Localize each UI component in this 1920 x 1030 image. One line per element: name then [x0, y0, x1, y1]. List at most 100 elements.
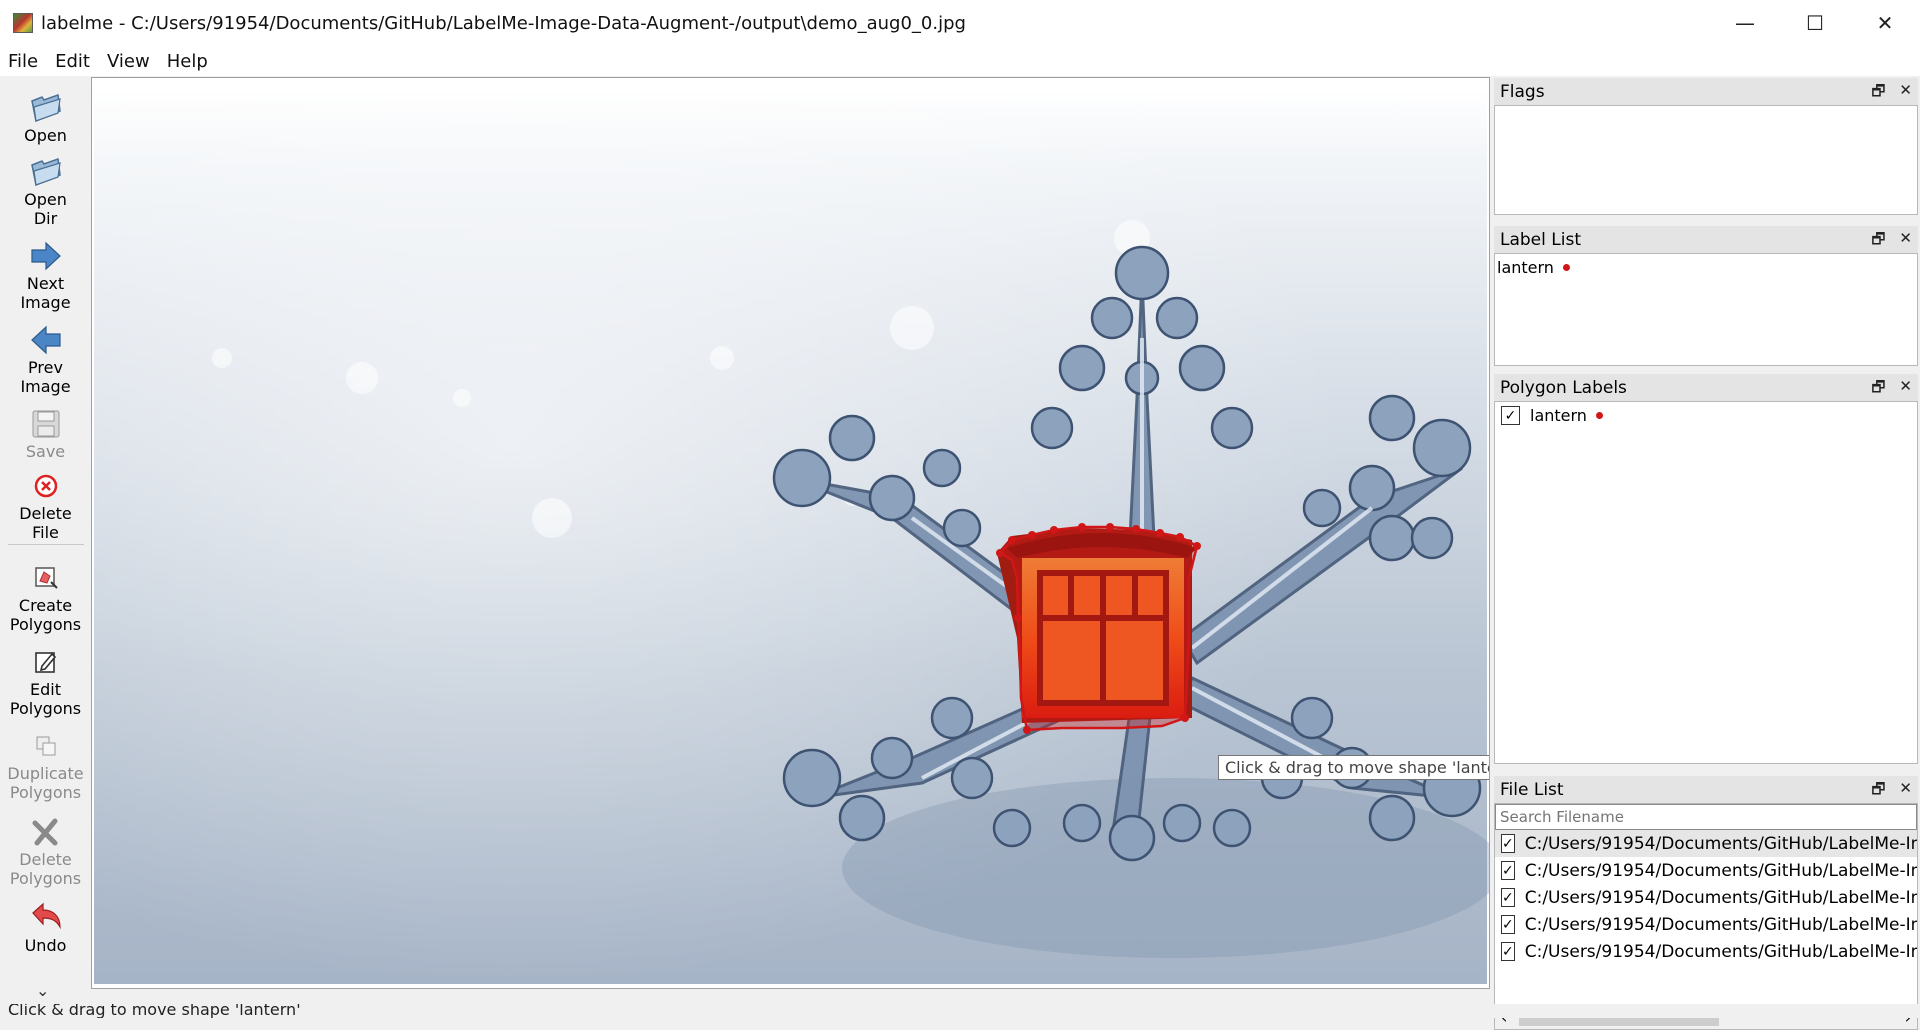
label-list-title: Label List	[1500, 229, 1581, 250]
save-label: Save	[25, 442, 66, 461]
file-path: C:/Users/91954/Documents/GitHub/LabelMe-…	[1524, 914, 1917, 935]
status-text: Click & drag to move shape 'lantern'	[8, 1004, 301, 1018]
open-directory-icon	[28, 154, 64, 190]
next-image-label: Next Image	[20, 274, 71, 312]
open-label: Open	[24, 126, 67, 145]
search-filename-input[interactable]	[1495, 804, 1917, 830]
polygon-labels-dock: Polygon Labels 🗗 ✕ ✓ lantern	[1494, 374, 1918, 764]
polygon-labels-list: ✓ lantern	[1494, 401, 1918, 764]
open-dir-label: Open Dir	[24, 190, 67, 228]
close-window-button[interactable]: ✕	[1850, 0, 1920, 46]
menu-help[interactable]: Help	[167, 51, 208, 72]
undo-label: Undo	[24, 936, 67, 955]
polygon-labels-title: Polygon Labels	[1500, 377, 1627, 398]
menu-file[interactable]: File	[8, 51, 38, 72]
flags-dock: Flags 🗗 ✕	[1494, 78, 1918, 215]
annotation-image	[94, 90, 1489, 984]
file-checkbox[interactable]: ✓	[1501, 834, 1515, 853]
polygon-visibility-checkbox[interactable]: ✓	[1501, 406, 1520, 425]
file-list-row[interactable]: ✓ C:/Users/91954/Documents/GitHub/LabelM…	[1495, 911, 1917, 938]
menu-view[interactable]: View	[107, 51, 150, 72]
file-list-row[interactable]: ✓ C:/Users/91954/Documents/GitHub/LabelM…	[1495, 884, 1917, 911]
delete-circle-icon	[28, 468, 64, 504]
image-canvas[interactable]: Click & drag to move shape 'lantern'	[91, 77, 1490, 989]
polygon-label-text: lantern	[1530, 406, 1587, 425]
undo-arrow-icon	[28, 900, 64, 936]
delete-polygons-label: Delete Polygons	[9, 850, 82, 888]
edit-pencil-icon	[28, 644, 64, 680]
file-list-dock-header: File List 🗗 ✕	[1494, 776, 1918, 803]
duplicate-icon	[28, 728, 64, 764]
dock-close-icon[interactable]: ✕	[1899, 377, 1912, 402]
delete-file-label: Delete File	[19, 504, 72, 542]
menu-bar: File Edit View Help	[0, 46, 1920, 76]
dock-float-icon[interactable]: 🗗	[1871, 81, 1885, 106]
minimize-button[interactable]: —	[1710, 0, 1780, 46]
open-dir-button[interactable]: Open Dir	[2, 154, 89, 228]
open-button[interactable]: Open	[2, 90, 89, 145]
file-checkbox[interactable]: ✓	[1501, 888, 1515, 907]
file-path: C:/Users/91954/Documents/GitHub/LabelMe-…	[1524, 941, 1917, 962]
more-tools-chevron-icon[interactable]: ⌄	[36, 981, 49, 1000]
dock-float-icon[interactable]: 🗗	[1871, 377, 1885, 402]
file-checkbox[interactable]: ✓	[1501, 861, 1515, 880]
flags-title: Flags	[1500, 81, 1545, 102]
next-image-button[interactable]: Next Image	[2, 238, 89, 312]
arrow-right-icon	[28, 238, 64, 274]
status-bar: Click & drag to move shape 'lantern'	[0, 1004, 1920, 1018]
create-polygons-button[interactable]: Create Polygons	[2, 560, 89, 634]
polygon-labels-dock-header: Polygon Labels 🗗 ✕	[1494, 374, 1918, 401]
file-list-dock: File List 🗗 ✕ ✓ C:/Users/91954/Documents…	[1494, 776, 1918, 1030]
title-bar: labelme - C:/Users/91954/Documents/GitHu…	[0, 0, 1920, 46]
delete-x-icon	[28, 814, 64, 850]
file-list: ✓ C:/Users/91954/Documents/GitHub/LabelM…	[1494, 803, 1918, 1030]
label-color-dot	[1595, 412, 1603, 419]
flags-list[interactable]	[1494, 105, 1918, 215]
label-list-item-text: lantern	[1497, 258, 1554, 277]
dock-close-icon[interactable]: ✕	[1899, 779, 1912, 804]
maximize-button[interactable]: ☐	[1780, 0, 1850, 46]
dock-close-icon[interactable]: ✕	[1899, 81, 1912, 106]
delete-polygons-button[interactable]: Delete Polygons	[2, 814, 89, 888]
label-list: lantern	[1494, 253, 1918, 366]
dock-close-icon[interactable]: ✕	[1899, 229, 1912, 254]
file-list-row[interactable]: ✓ C:/Users/91954/Documents/GitHub/LabelM…	[1495, 830, 1917, 857]
polygon-label-item[interactable]: ✓ lantern	[1495, 402, 1917, 429]
file-list-row[interactable]: ✓ C:/Users/91954/Documents/GitHub/LabelM…	[1495, 857, 1917, 884]
create-polygons-label: Create Polygons	[9, 596, 82, 634]
create-polygon-icon	[28, 560, 64, 596]
open-folder-icon	[28, 90, 64, 126]
label-color-dot	[1562, 264, 1570, 271]
edit-polygons-button[interactable]: Edit Polygons	[2, 644, 89, 718]
prev-image-label: Prev Image	[20, 358, 71, 396]
file-path: C:/Users/91954/Documents/GitHub/LabelMe-…	[1524, 887, 1917, 908]
labelme-app-icon	[13, 13, 33, 33]
lantern-polygon[interactable]	[998, 525, 1199, 732]
file-path: C:/Users/91954/Documents/GitHub/LabelMe-…	[1524, 860, 1917, 881]
arrow-left-icon	[28, 322, 64, 358]
shape-tooltip: Click & drag to move shape 'lantern'	[1218, 755, 1489, 780]
prev-image-button[interactable]: Prev Image	[2, 322, 89, 396]
file-checkbox[interactable]: ✓	[1501, 942, 1515, 961]
file-path: C:/Users/91954/Documents/GitHub/LabelMe-…	[1524, 833, 1917, 854]
file-list-row[interactable]: ✓ C:/Users/91954/Documents/GitHub/LabelM…	[1495, 938, 1917, 965]
label-list-item[interactable]: lantern	[1495, 254, 1917, 281]
menu-edit[interactable]: Edit	[55, 51, 90, 72]
flags-dock-header: Flags 🗗 ✕	[1494, 78, 1918, 105]
save-button[interactable]: Save	[2, 406, 89, 461]
duplicate-polygons-button[interactable]: Duplicate Polygons	[2, 728, 89, 802]
dock-float-icon[interactable]: 🗗	[1871, 779, 1885, 804]
delete-file-button[interactable]: Delete File	[2, 468, 89, 542]
file-list-title: File List	[1500, 779, 1564, 800]
toolbar-separator	[8, 544, 84, 545]
edit-polygons-label: Edit Polygons	[9, 680, 82, 718]
label-list-dock: Label List 🗗 ✕ lantern	[1494, 226, 1918, 366]
window-title: labelme - C:/Users/91954/Documents/GitHu…	[41, 12, 966, 34]
dock-float-icon[interactable]: 🗗	[1871, 229, 1885, 254]
floppy-disk-icon	[28, 406, 64, 442]
undo-button[interactable]: Undo	[2, 900, 89, 955]
duplicate-polygons-label: Duplicate Polygons	[7, 764, 84, 802]
left-toolbar: Open Open Dir Next Image Prev Image Save…	[2, 78, 89, 1003]
file-checkbox[interactable]: ✓	[1501, 915, 1515, 934]
label-list-dock-header: Label List 🗗 ✕	[1494, 226, 1918, 253]
